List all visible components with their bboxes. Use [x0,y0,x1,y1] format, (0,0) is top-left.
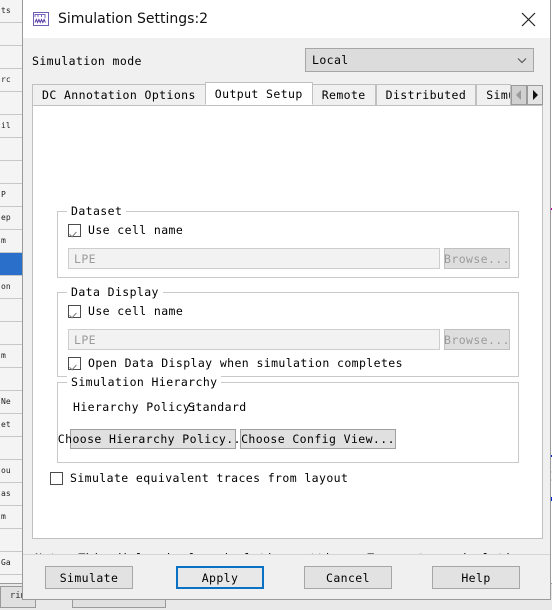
background-palette-item[interactable]: et [0,414,22,437]
output-setup-pane: Dataset Use cell name LPE Browse... Data… [32,105,543,539]
dataset-use-cell-name-row[interactable]: Use cell name [68,223,183,237]
tab-scroll-left-icon[interactable] [511,85,527,105]
background-palette-item[interactable]: m [0,345,22,368]
background-palette-item[interactable]: as [0,483,22,506]
background-palette-item[interactable] [0,23,22,46]
background-palette-item[interactable]: ep [0,207,22,230]
data-display-use-cell-name-row[interactable]: Use cell name [68,304,183,318]
simulation-hierarchy-group: Simulation Hierarchy Hierarchy Policy: S… [57,375,519,463]
dataset-group: Dataset Use cell name LPE Browse... [57,204,519,278]
tab-scroll-right-icon[interactable] [527,85,543,105]
dialog-title: Simulation Settings:2 [58,11,209,27]
background-palette-item[interactable] [0,322,22,345]
background-palette-item[interactable]: Ne [0,391,22,414]
data-display-use-cell-name-label: Use cell name [88,304,184,318]
data-display-group: Data Display Use cell name LPE Browse...… [57,285,519,377]
choose-hierarchy-policy-button[interactable]: Choose Hierarchy Policy... [58,429,248,449]
data-display-group-title: Data Display [67,285,163,299]
background-palette-item[interactable] [0,161,22,184]
apply-button[interactable]: Apply [176,566,264,589]
simulation-mode-row: Simulation mode Local [23,46,550,76]
data-display-name-input[interactable]: LPE [68,329,440,350]
open-data-display-checkbox[interactable] [68,356,81,370]
tab-scroll-controls [511,85,543,105]
dataset-field-row: LPE Browse... [68,248,510,269]
background-palette-item[interactable] [0,529,22,552]
simulation-hierarchy-group-title: Simulation Hierarchy [67,375,222,389]
data-display-use-cell-name-checkbox[interactable] [68,304,81,318]
data-display-field-row: LPE Browse... [68,329,510,350]
simulation-mode-value: Local [312,53,349,67]
background-palette-item[interactable] [0,299,22,322]
background-palette-item[interactable]: on [0,276,22,299]
background-palette-item[interactable]: rc [0,69,22,92]
dialog-body: Simulation mode Local DC Annotation Opti… [23,38,550,599]
waveform-icon [32,10,50,28]
dialog-titlebar[interactable]: Simulation Settings:2 [23,0,550,38]
background-palette-item[interactable] [0,92,22,115]
chevron-down-icon [511,49,533,71]
choose-config-view-button[interactable]: Choose Config View... [240,429,396,449]
simulation-settings-dialog: Simulation Settings:2 Simulation mode Lo… [22,0,551,600]
background-palette-item[interactable]: m [0,506,22,529]
open-data-display-row[interactable]: Open Data Display when simulation comple… [68,356,403,370]
open-data-display-label: Open Data Display when simulation comple… [88,356,403,370]
data-display-browse-button[interactable]: Browse... [444,329,510,350]
background-palette-item-selected[interactable] [0,253,22,276]
background-palette-item[interactable]: m [0,230,22,253]
simulate-button[interactable]: Simulate [45,566,133,589]
cancel-button[interactable]: Cancel [304,566,392,589]
tab-dc-annotation-options[interactable]: DC Annotation Options [32,84,206,105]
tab-distributed[interactable]: Distributed [375,84,477,105]
background-palette-item[interactable]: ts [0,0,22,23]
background-palette-item[interactable]: il [0,115,22,138]
tab-strip: DC Annotation Options Output Setup Remot… [32,82,543,105]
hierarchy-policy-label: Hierarchy Policy: [73,400,198,414]
simulate-equivalent-traces-checkbox[interactable] [50,471,63,485]
hierarchy-policy-value: Standard [188,400,247,414]
background-palette-item[interactable] [0,138,22,161]
tab-output-setup[interactable]: Output Setup [204,82,313,105]
background-palette-panel[interactable]: ts rc il P ep m on m Ne et ou as m Ga Ga [0,0,23,610]
dataset-use-cell-name-checkbox[interactable] [68,223,81,237]
simulate-equivalent-traces-row[interactable]: Simulate equivalent traces from layout [50,471,348,485]
dataset-name-input[interactable]: LPE [68,248,440,269]
background-palette-item[interactable] [0,368,22,391]
tab-remote[interactable]: Remote [311,84,376,105]
simulation-mode-label: Simulation mode [32,54,142,68]
dialog-footer: Simulate Apply Cancel Help [23,554,550,599]
background-palette-item[interactable] [0,46,22,69]
background-palette-item[interactable]: Ga [0,552,22,575]
background-palette-item[interactable]: ou [0,460,22,483]
background-palette-item[interactable]: P [0,184,22,207]
dataset-group-title: Dataset [67,204,127,218]
close-icon[interactable] [506,0,550,38]
simulate-equivalent-traces-label: Simulate equivalent traces from layout [70,471,349,485]
background-palette-item[interactable] [0,437,22,460]
dataset-use-cell-name-label: Use cell name [88,223,184,237]
dataset-browse-button[interactable]: Browse... [444,248,510,269]
tab-simulation-manager[interactable]: Simulation Man [476,84,511,105]
simulation-mode-select[interactable]: Local [305,48,534,72]
help-button[interactable]: Help [432,566,520,589]
